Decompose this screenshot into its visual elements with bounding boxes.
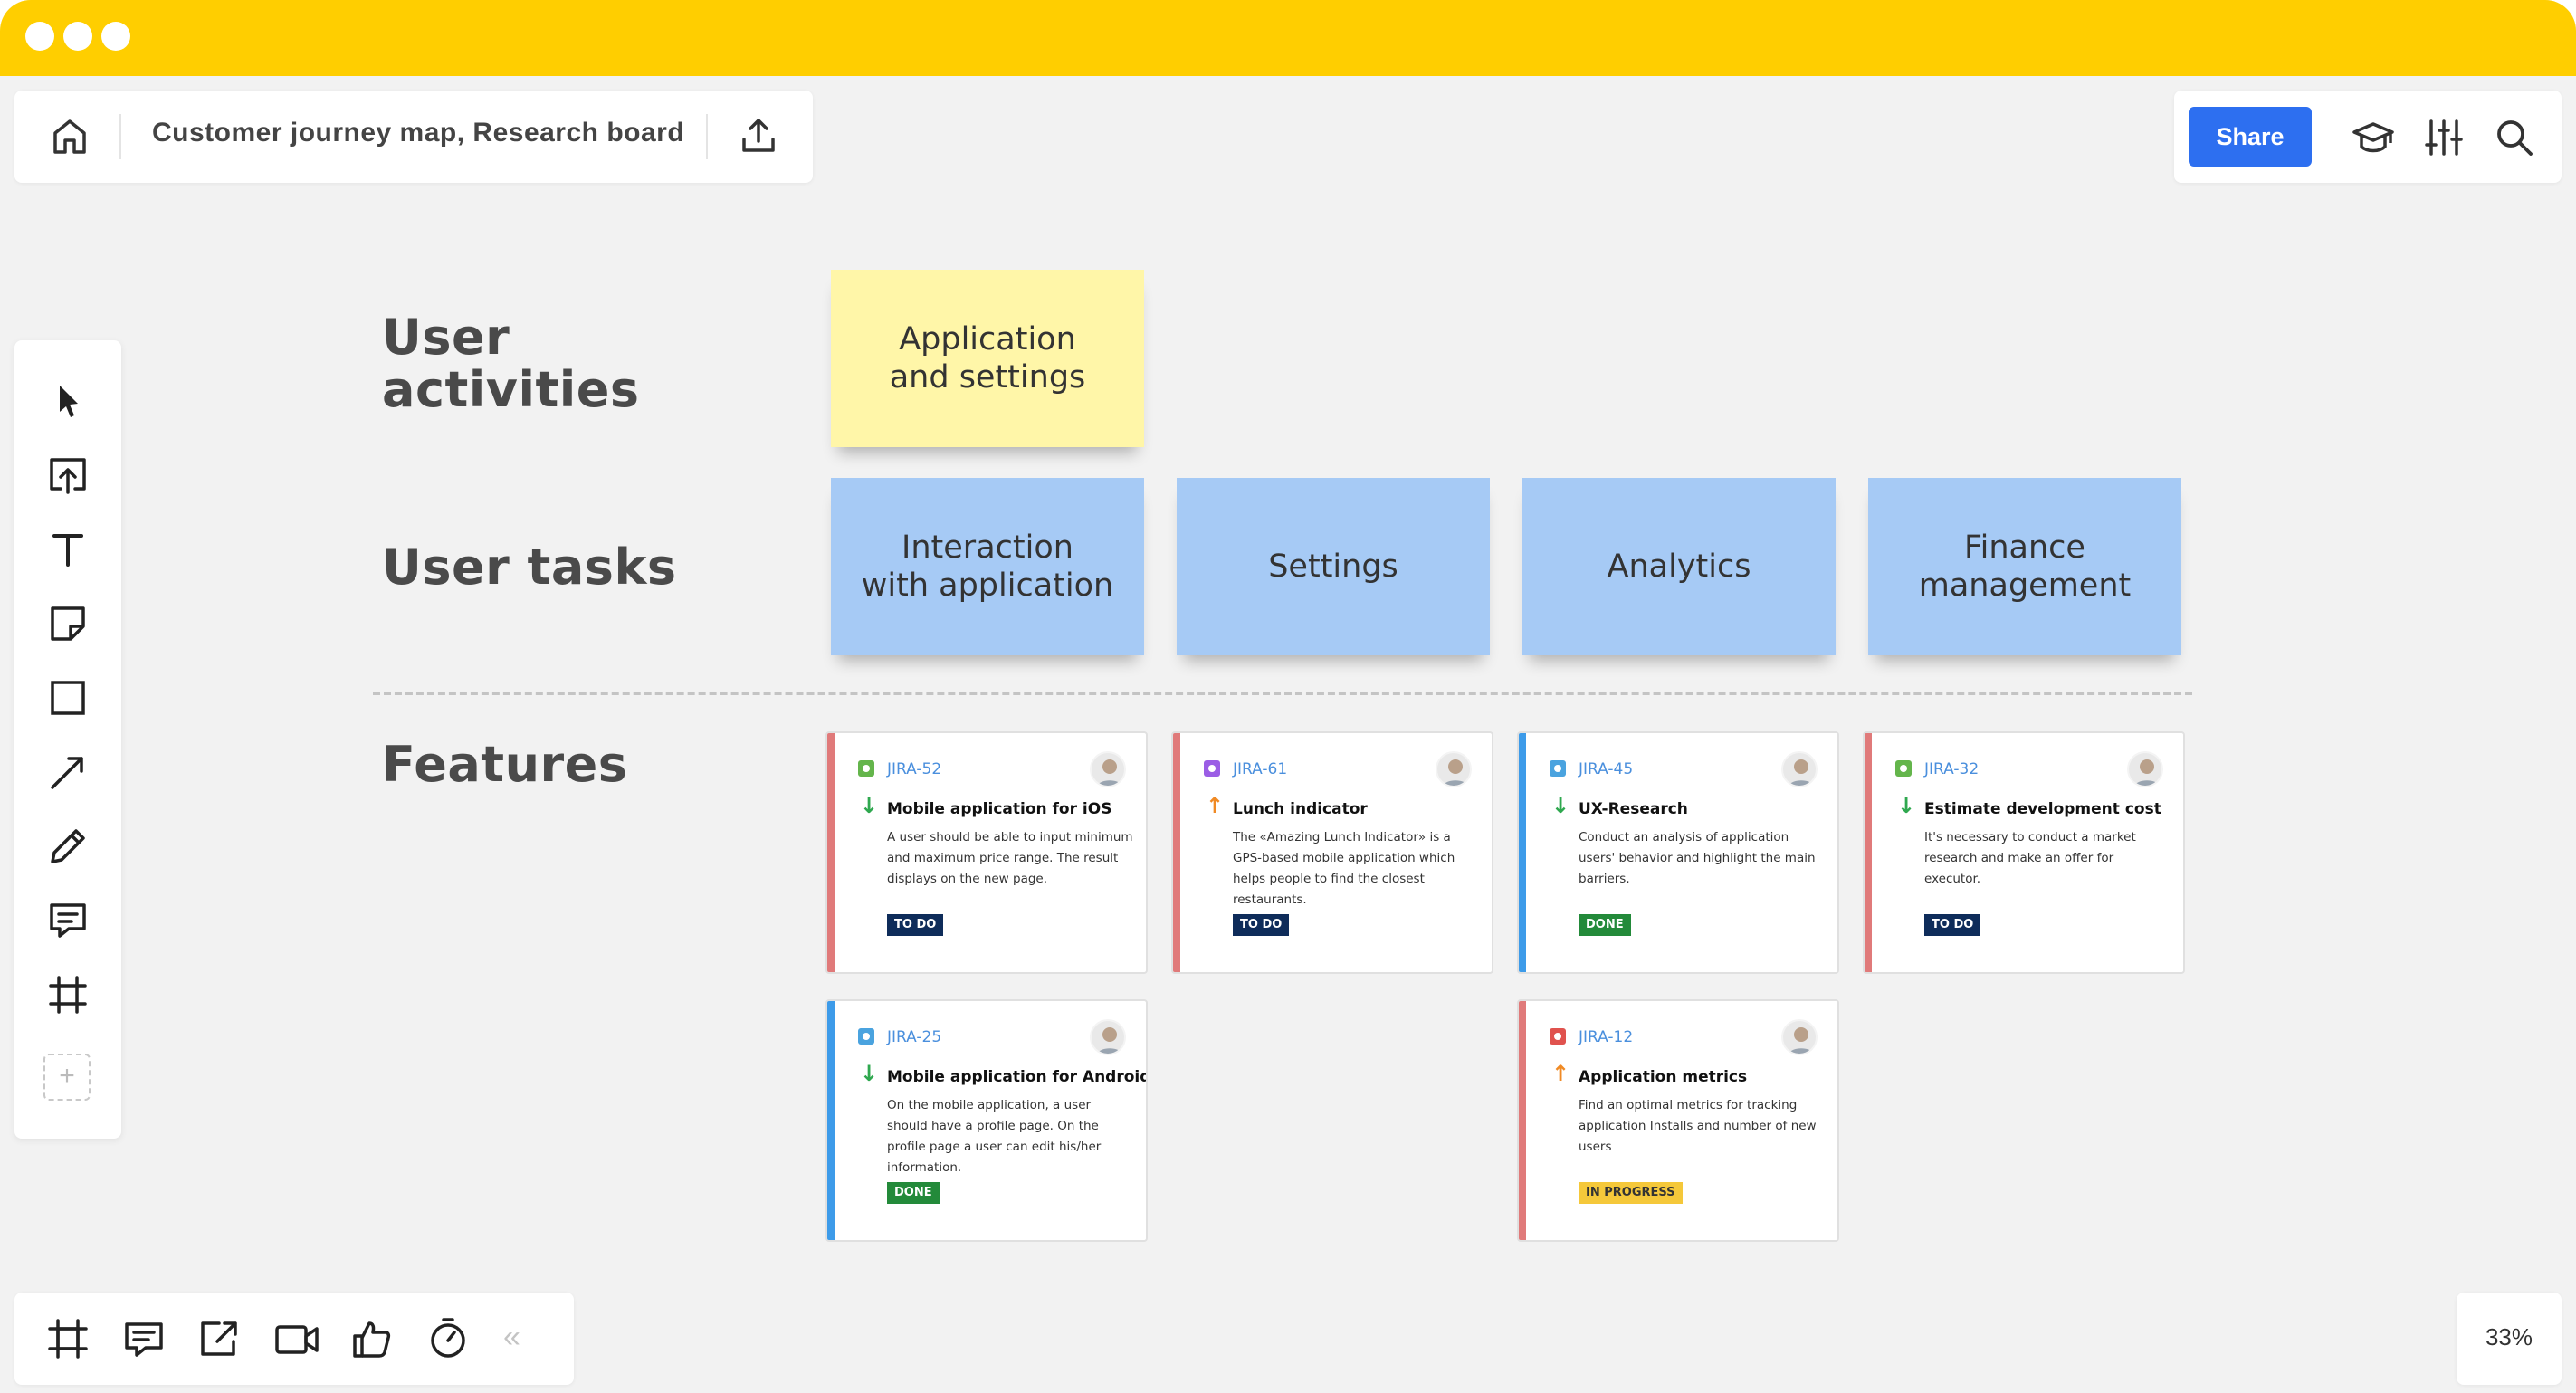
issue-title[interactable]: Estimate development cost	[1924, 800, 2161, 818]
sliders-icon[interactable]	[2422, 116, 2466, 159]
jira-card[interactable]: JIRA-25 ↓ Mobile application for Android On…	[825, 999, 1148, 1242]
row-label-activities: User activities	[382, 309, 640, 418]
issue-type-icon	[858, 760, 874, 777]
sticky-note-icon[interactable]	[45, 601, 91, 646]
divider	[706, 114, 708, 159]
graduation-cap-icon[interactable]	[2352, 116, 2395, 159]
issue-description: On the mobile application, a user should…	[887, 1098, 1102, 1175]
window-close-dot[interactable]	[25, 22, 54, 51]
issue-type-icon	[1550, 760, 1566, 777]
sticky-task[interactable]: Settings	[1177, 478, 1490, 655]
text-icon[interactable]	[45, 527, 91, 572]
avatar[interactable]	[1090, 1019, 1126, 1055]
comments-icon[interactable]	[121, 1316, 167, 1361]
card-status-stripe	[1519, 733, 1526, 972]
issue-description: Find an optimal metrics for tracking app…	[1579, 1098, 1817, 1154]
zoom-level: 33%	[2485, 1323, 2533, 1350]
row-label-tasks: User tasks	[382, 539, 677, 596]
share-button[interactable]: Share	[2189, 107, 2312, 167]
zoom-control[interactable]: 33%	[2457, 1293, 2562, 1385]
divider	[119, 114, 121, 159]
issue-title[interactable]: UX-Research	[1579, 800, 1688, 818]
issue-description: The «Amazing Lunch Indicator» is a GPS-b…	[1233, 830, 1455, 907]
issue-type-icon	[1895, 760, 1912, 777]
avatar[interactable]	[1436, 751, 1472, 787]
card-status-stripe	[827, 1001, 835, 1240]
home-icon[interactable]	[49, 116, 91, 157]
issue-description: It's necessary to conduct a market resea…	[1924, 830, 2136, 886]
issue-key-link[interactable]: JIRA-32	[1924, 760, 1979, 778]
board-title[interactable]: Customer journey map, Research board	[152, 118, 684, 148]
priority-low-icon: ↓	[1897, 793, 1916, 818]
voting-icon[interactable]	[349, 1316, 395, 1361]
status-badge: DONE	[887, 1182, 940, 1204]
board-header: Customer journey map, Research board	[14, 91, 813, 183]
row-label-features: Features	[382, 736, 628, 793]
issue-key-link[interactable]: JIRA-61	[1233, 760, 1287, 778]
issue-type-icon	[1204, 760, 1220, 777]
bottom-toolbar: «	[14, 1293, 574, 1385]
issue-key-link[interactable]: JIRA-52	[887, 760, 941, 778]
avatar[interactable]	[1781, 1019, 1818, 1055]
status-badge: TO DO	[887, 914, 944, 936]
issue-description: A user should be able to input minimum a…	[887, 830, 1133, 886]
window-maximize-dot[interactable]	[101, 22, 130, 51]
issue-type-icon	[1550, 1028, 1566, 1045]
sticky-task[interactable]: Interaction with application	[831, 478, 1144, 655]
comment-icon[interactable]	[45, 898, 91, 943]
sticky-activity[interactable]: Application and settings	[831, 270, 1144, 447]
issue-title[interactable]: Lunch indicator	[1233, 800, 1368, 818]
priority-high-icon: ↑	[1206, 793, 1225, 818]
add-tool-button[interactable]: +	[43, 1054, 91, 1101]
issue-key-link[interactable]: JIRA-25	[887, 1028, 941, 1046]
status-badge: TO DO	[1924, 914, 1981, 936]
frame-icon[interactable]	[45, 972, 91, 1017]
issue-key-link[interactable]: JIRA-12	[1579, 1028, 1633, 1046]
status-badge: TO DO	[1233, 914, 1290, 936]
select-cursor-icon[interactable]	[45, 378, 91, 424]
priority-high-icon: ↑	[1551, 1061, 1570, 1086]
swimlane-divider	[373, 692, 2192, 695]
card-status-stripe	[1173, 733, 1180, 972]
jira-card[interactable]: JIRA-61 ↑ Lunch indicator The «Amazing Lunc…	[1171, 731, 1493, 974]
issue-description: Conduct an analysis of application users…	[1579, 830, 1816, 886]
arrow-line-icon[interactable]	[45, 749, 91, 795]
avatar[interactable]	[1090, 751, 1126, 787]
frames-icon[interactable]	[45, 1316, 91, 1361]
window-minimize-dot[interactable]	[63, 22, 92, 51]
issue-type-icon	[858, 1028, 874, 1045]
status-badge: IN PROGRESS	[1579, 1182, 1683, 1204]
card-status-stripe	[1865, 733, 1872, 972]
issue-key-link[interactable]: JIRA-45	[1579, 760, 1633, 778]
left-toolbar: +	[14, 340, 121, 1139]
screen-share-icon[interactable]	[197, 1316, 243, 1361]
rectangle-icon[interactable]	[45, 675, 91, 720]
issue-title[interactable]: Application metrics	[1579, 1068, 1747, 1086]
status-badge: DONE	[1579, 914, 1631, 936]
priority-low-icon: ↓	[860, 793, 879, 818]
card-status-stripe	[827, 733, 835, 972]
top-right-toolbar: Share	[2174, 91, 2562, 183]
jira-card[interactable]: JIRA-45 ↓ UX-Research Conduct an analysis o…	[1517, 731, 1839, 974]
issue-title[interactable]: Mobile application for iOS	[887, 800, 1111, 818]
upload-icon[interactable]	[737, 114, 780, 157]
timer-icon[interactable]	[425, 1316, 471, 1361]
collapse-toolbar-button[interactable]: «	[503, 1320, 520, 1355]
card-status-stripe	[1519, 1001, 1526, 1240]
window-titlebar	[0, 0, 2576, 76]
priority-low-icon: ↓	[1551, 793, 1570, 818]
upload-icon[interactable]	[45, 453, 91, 498]
priority-low-icon: ↓	[860, 1061, 879, 1086]
sticky-task[interactable]: Analytics	[1522, 478, 1836, 655]
pen-icon[interactable]	[45, 824, 91, 869]
jira-card[interactable]: JIRA-12 ↑ Application metrics Find an optim…	[1517, 999, 1839, 1242]
avatar[interactable]	[1781, 751, 1818, 787]
avatar[interactable]	[2127, 751, 2163, 787]
sticky-task[interactable]: Finance management	[1868, 478, 2181, 655]
video-call-icon[interactable]	[273, 1316, 319, 1361]
search-icon[interactable]	[2493, 116, 2536, 159]
jira-card[interactable]: JIRA-52 ↓ Mobile application for iOS A user…	[825, 731, 1148, 974]
jira-card[interactable]: JIRA-32 ↓ Estimate development cost It's ne…	[1863, 731, 2185, 974]
issue-title[interactable]: Mobile application for Android	[887, 1068, 1146, 1086]
